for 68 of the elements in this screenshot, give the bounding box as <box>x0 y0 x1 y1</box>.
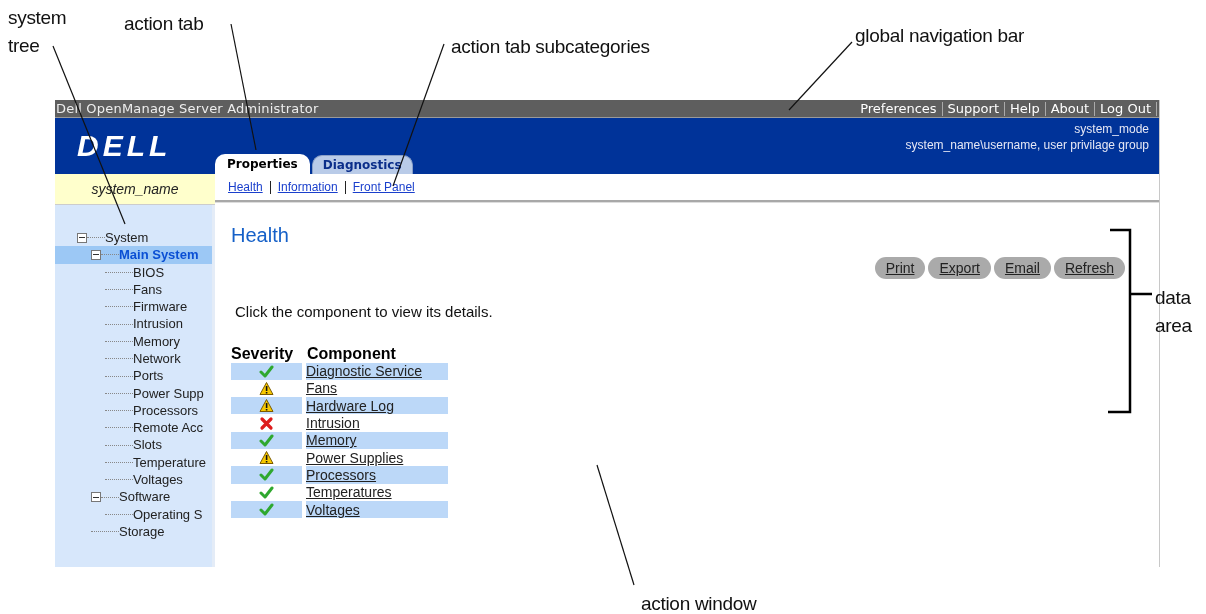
warning-icon <box>259 450 274 466</box>
callout-label: system tree <box>8 6 68 58</box>
tree-item[interactable]: Network <box>55 350 212 368</box>
tree-item[interactable]: Storage <box>55 523 212 541</box>
logo: DELL <box>77 131 172 161</box>
nav-link[interactable]: About <box>1045 101 1096 116</box>
warning-icon <box>259 398 274 414</box>
warning-icon <box>259 380 274 396</box>
tree-item[interactable]: Firmware <box>55 298 212 316</box>
tree-item[interactable]: Processors <box>55 401 212 420</box>
tree-item[interactable]: Slots <box>55 436 212 454</box>
check-icon <box>259 502 274 517</box>
tree-item[interactable]: Temperature <box>55 453 212 472</box>
user-info-text: system_name\username, user privilage group <box>905 137 1149 153</box>
nav-link[interactable]: Log Out <box>1095 101 1157 116</box>
page-heading: Health <box>231 223 290 247</box>
window-title: Dell OpenManage Server Administrator <box>55 99 319 118</box>
tree-item[interactable]: Operating S <box>55 505 212 524</box>
nav-link[interactable]: Help <box>1005 101 1046 116</box>
component-link[interactable]: Intrusion <box>306 415 360 432</box>
tree-item[interactable]: Memory <box>55 332 212 351</box>
tree-item[interactable]: Intrusion <box>55 315 212 333</box>
tree-item[interactable]: Remote Acc <box>55 419 212 437</box>
component-link[interactable]: Hardware Log <box>306 397 394 414</box>
callout-label: action tab subcategories <box>451 35 650 59</box>
expand-toggle-icon[interactable] <box>77 232 87 243</box>
instruction-text: Click the component to view its details. <box>235 302 494 322</box>
leader-line <box>788 41 853 111</box>
check-icon <box>259 484 274 500</box>
subcategory-link[interactable]: Information <box>277 179 338 194</box>
action-button[interactable]: Print <box>874 257 926 279</box>
error-x-icon <box>259 415 274 431</box>
check-icon <box>259 363 274 379</box>
callout-label: data area <box>1155 286 1193 338</box>
check-icon <box>259 467 274 483</box>
column-header: Component <box>307 344 396 363</box>
tree-item[interactable]: Ports <box>55 367 212 385</box>
callout-label: global navigation bar <box>855 24 1025 48</box>
tree-item[interactable]: Fans <box>55 280 212 299</box>
callout-label: action tab <box>124 12 204 36</box>
component-link[interactable]: Temperatures <box>306 484 392 501</box>
expand-toggle-icon[interactable] <box>91 249 101 260</box>
tree-item[interactable]: Main System <box>55 246 212 264</box>
callout-label: action window <box>641 592 757 614</box>
component-link[interactable]: Power Supplies <box>306 449 404 466</box>
tree-item[interactable]: Software <box>55 488 212 506</box>
component-link[interactable]: Processors <box>306 466 377 483</box>
subcategory-link[interactable]: Health <box>228 179 263 194</box>
tab[interactable]: Properties <box>215 154 310 174</box>
component-link[interactable]: Voltages <box>306 501 360 518</box>
action-button[interactable]: Email <box>993 257 1051 279</box>
component-link[interactable]: Fans <box>306 380 338 397</box>
action-button[interactable]: Export <box>928 257 991 279</box>
tree-item[interactable]: BIOS <box>55 263 212 281</box>
subcategory-link[interactable]: Front Panel <box>352 179 415 194</box>
tree-item[interactable]: Power Supp <box>55 384 212 402</box>
component-link[interactable]: Diagnostic Service <box>306 363 422 380</box>
nav-link[interactable]: Preferences <box>855 101 943 116</box>
tab[interactable]: Diagnostics <box>311 155 413 174</box>
expand-toggle-icon[interactable] <box>91 492 101 503</box>
nav-link[interactable]: Support <box>942 101 1005 116</box>
tree-item[interactable]: Voltages <box>55 471 212 489</box>
column-header: Severity <box>231 344 295 363</box>
tree-item[interactable]: System <box>55 229 212 247</box>
check-icon <box>259 432 274 448</box>
action-button[interactable]: Refresh <box>1053 257 1125 279</box>
component-link[interactable]: Memory <box>306 432 357 449</box>
system-mode-text: system_mode <box>1074 121 1149 137</box>
